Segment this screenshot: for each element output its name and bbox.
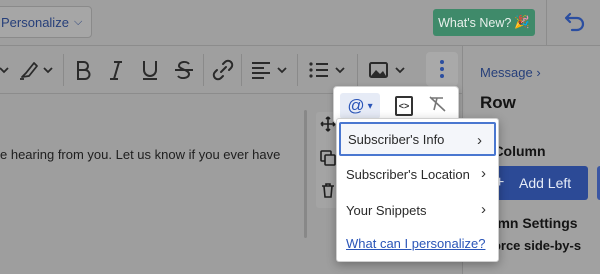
menu-item-label: Subscriber's Info xyxy=(348,131,445,147)
divider xyxy=(63,54,64,86)
divider xyxy=(546,0,547,46)
menu-item-subscribers-location[interactable]: Subscriber's Location › xyxy=(337,157,498,191)
menu-item-label: Subscriber's Location xyxy=(346,166,470,182)
more-options-icon[interactable] xyxy=(426,52,458,86)
image-icon[interactable] xyxy=(368,58,408,82)
chevron-right-icon: › xyxy=(481,201,486,218)
breadcrumb-message[interactable]: Message xyxy=(480,65,533,80)
chevron-right-icon: › xyxy=(481,165,486,182)
divider xyxy=(203,54,204,86)
duplicate-icon[interactable] xyxy=(320,150,336,170)
help-link[interactable]: What can I personalize? xyxy=(346,236,485,251)
menu-item-label: Your Snippets xyxy=(346,202,427,218)
row-selection-border xyxy=(304,110,307,238)
menu-item-subscribers-info[interactable]: Subscriber's Info › xyxy=(339,122,496,156)
add-left-label: Add Left xyxy=(519,175,572,191)
whats-new-button[interactable]: What's New? 🎉 xyxy=(433,9,535,36)
highlight-pen-icon[interactable] xyxy=(18,58,58,82)
align-left-icon[interactable] xyxy=(250,58,290,82)
bold-icon[interactable] xyxy=(74,58,92,82)
code-snippet-icon[interactable]: <> xyxy=(395,96,413,116)
chevron-down-icon[interactable] xyxy=(0,58,10,82)
strikethrough-icon[interactable] xyxy=(174,58,194,82)
divider xyxy=(241,54,242,86)
editor-body-text[interactable]: e hearing from you. Let us know if you e… xyxy=(0,147,280,162)
panel-title: Row xyxy=(480,93,516,112)
chevron-right-icon: › xyxy=(536,65,541,80)
chevron-right-icon: › xyxy=(477,132,482,149)
undo-icon[interactable] xyxy=(562,9,588,35)
menu-item-your-snippets[interactable]: Your Snippets › xyxy=(337,193,498,227)
link-icon[interactable] xyxy=(212,58,234,82)
top-bar: Personalize ⌵ What's New? 🎉 xyxy=(0,0,600,46)
chevron-down-icon: ▾ xyxy=(367,100,373,112)
divider xyxy=(297,54,298,86)
italic-icon[interactable] xyxy=(107,58,125,82)
at-sign-icon: @ xyxy=(347,96,365,115)
personalize-menu: Subscriber's Info › Subscriber's Locatio… xyxy=(336,118,499,262)
personalize-button[interactable]: Personalize ⌵ xyxy=(0,6,92,38)
personalize-at-button[interactable]: @ ▾ xyxy=(340,93,380,119)
add-left-button[interactable]: + Add Left xyxy=(485,166,588,200)
trash-icon[interactable] xyxy=(320,182,336,202)
personalize-label: Personalize xyxy=(1,14,69,30)
party-icon: 🎉 xyxy=(514,15,530,29)
whats-new-label: What's New? xyxy=(438,15,512,30)
divider xyxy=(357,54,358,86)
clear-format-icon[interactable] xyxy=(429,96,447,116)
underline-icon[interactable] xyxy=(141,58,159,82)
force-label: Force side-by-s xyxy=(485,238,582,253)
bullet-list-icon[interactable] xyxy=(308,58,348,82)
breadcrumb[interactable]: Message › xyxy=(480,65,541,80)
chevron-down-icon: ⌵ xyxy=(73,15,83,28)
